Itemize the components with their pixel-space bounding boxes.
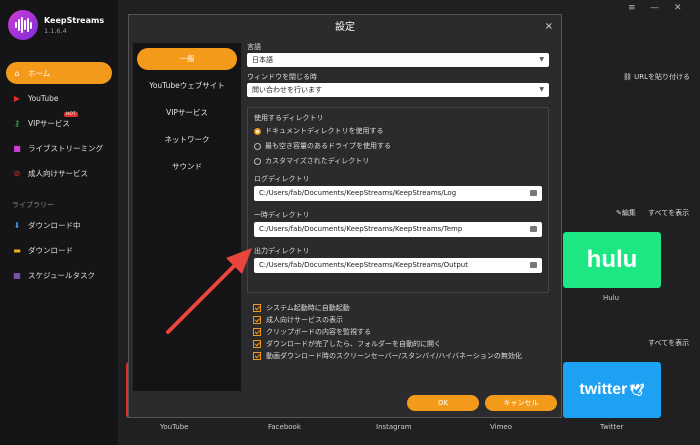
folder-icon[interactable] — [530, 262, 537, 268]
checkbox-open-folder[interactable]: ダウンロードが完了したら、フォルダーを自動的に開く — [253, 339, 441, 349]
folder-icon: ▬ — [13, 245, 21, 255]
settings-tab-youtube[interactable]: YouTubeウェブサイト — [137, 75, 237, 97]
close-window-label: ウィンドウを閉じる時 — [247, 73, 317, 81]
app-logo-icon — [8, 10, 38, 40]
close-icon[interactable]: × — [545, 21, 553, 32]
log-dir-label: ログディレクトリ — [254, 175, 310, 183]
app-version: 1.1.6.4 — [44, 26, 67, 35]
checkbox-clipboard[interactable]: クリップボードの内容を監視する — [253, 327, 371, 337]
paste-url-button[interactable]: ⛓ URLを貼り付ける — [623, 72, 690, 82]
annotation-arrow-icon — [166, 248, 252, 334]
main-nav: ⌂ ホーム ▶ YouTube ⚷ VIPサービス HOT ■ ライブストリーミ… — [6, 62, 112, 187]
sidebar-item-label: VIPサービス — [28, 118, 70, 128]
sidebar-item-downloading[interactable]: ⬇ ダウンロード中 — [6, 214, 112, 236]
dialog-title: 設定 — [335, 22, 355, 33]
twitter-tile[interactable]: twitter 🕊 — [563, 362, 661, 418]
show-all-link-2[interactable]: すべてを表示 — [648, 338, 689, 348]
output-dir-label: 出力ディレクトリ — [254, 247, 310, 255]
hulu-tile[interactable]: hulu — [563, 232, 661, 288]
radio-dot — [254, 127, 261, 135]
sidebar-item-label: スケジュールタスク — [28, 270, 95, 280]
output-dir-field[interactable]: C:/Users/fab/Documents/KeepStreams/KeepS… — [254, 258, 542, 273]
sidebar-item-label: ライブストリーミング — [28, 143, 103, 153]
radio-largest-drive[interactable]: 最も空き容量のあるドライブを使用する — [254, 141, 391, 151]
ok-button[interactable]: OK — [407, 395, 479, 411]
app-name: KeepStreams — [44, 15, 105, 25]
settings-tab-network[interactable]: ネットワーク — [137, 129, 237, 151]
settings-tab-general[interactable]: 一般 — [137, 48, 237, 70]
link-icon: ⛓ — [623, 73, 632, 81]
directory-group-label: 使用するディレクトリ — [254, 114, 324, 122]
language-select[interactable]: 日本語 ▼ — [247, 53, 549, 67]
tile-label-twitter: Twitter — [600, 423, 624, 431]
temp-dir-label: 一時ディレクトリ — [254, 211, 310, 219]
minimize-icon[interactable]: — — [650, 3, 659, 13]
key-icon: ⚷ — [14, 118, 20, 128]
checkbox-box — [253, 352, 261, 360]
library-label: ライブラリー — [12, 201, 54, 209]
sidebar-item-home[interactable]: ⌂ ホーム — [6, 62, 112, 84]
schedule-icon: ▦ — [13, 270, 21, 280]
hulu-caption: Hulu — [603, 294, 620, 302]
sidebar-item-schedule[interactable]: ▦ スケジュールタスク — [6, 264, 112, 286]
tile-label-facebook: Facebook — [268, 423, 301, 431]
sidebar-item-label: 成人向けサービス — [28, 168, 88, 178]
radio-dot — [254, 157, 261, 165]
home-icon: ⌂ — [14, 68, 20, 78]
checkbox-box — [253, 340, 261, 348]
tile-label-instagram: Instagram — [376, 423, 412, 431]
sidebar-item-live[interactable]: ■ ライブストリーミング — [6, 137, 112, 159]
adult-icon: ⊘ — [13, 168, 21, 178]
radio-dot — [254, 142, 261, 150]
close-window-select[interactable]: 問い合わせを行います ▼ — [247, 83, 549, 97]
language-label: 言語 — [247, 43, 261, 51]
twitter-bird-icon: 🕊 — [629, 383, 645, 397]
sidebar-item-label: YouTube — [28, 93, 59, 103]
folder-icon[interactable] — [530, 226, 537, 232]
checkbox-autostart[interactable]: システム起動時に自動起動 — [253, 303, 350, 313]
app-sidebar: KeepStreams 1.1.6.4 ⌂ ホーム ▶ YouTube ⚷ VI… — [0, 0, 118, 445]
temp-dir-field[interactable]: C:/Users/fab/Documents/KeepStreams/KeepS… — [254, 222, 542, 237]
cancel-button[interactable]: キャンセル — [485, 395, 557, 411]
sidebar-item-adult[interactable]: ⊘ 成人向けサービス — [6, 162, 112, 184]
directory-group: 使用するディレクトリ ドキュメントディレクトリを使用する 最も空き容量のあるドラ… — [247, 107, 549, 293]
folder-icon[interactable] — [530, 190, 537, 196]
library-nav: ⬇ ダウンロード中 ▬ ダウンロード ▦ スケジュールタスク — [6, 214, 112, 289]
menu-icon[interactable]: ≡ — [628, 3, 636, 13]
radio-custom-dir[interactable]: カスタマイズされたディレクトリ — [254, 156, 369, 166]
checkbox-disable-screensaver[interactable]: 動画ダウンロード時のスクリーンセーバー/スタンバイ/ハイバネーションの無効化 — [253, 351, 522, 361]
hot-badge: HOT — [64, 112, 78, 117]
youtube-icon: ▶ — [13, 93, 21, 103]
checkbox-adult-services[interactable]: 成人向けサービスの表示 — [253, 315, 343, 325]
sidebar-item-label: ダウンロード — [28, 245, 73, 255]
settings-tab-sound[interactable]: サウンド — [137, 156, 237, 178]
log-dir-field[interactable]: C:/Users/fab/Documents/KeepStreams/KeepS… — [254, 186, 542, 201]
download-icon: ⬇ — [13, 220, 21, 230]
tile-label-youtube: YouTube — [160, 423, 189, 431]
show-all-link[interactable]: すべてを表示 — [648, 208, 689, 218]
settings-dialog: 設定 × 一般 YouTubeウェブサイト VIPサービス ネットワーク サウン… — [128, 14, 562, 418]
radio-documents-dir[interactable]: ドキュメントディレクトリを使用する — [254, 126, 384, 136]
close-window-icon[interactable]: ✕ — [674, 3, 682, 13]
sidebar-item-vip[interactable]: ⚷ VIPサービス HOT — [6, 112, 112, 134]
sidebar-item-label: ダウンロード中 — [28, 220, 81, 230]
tile-label-vimeo: Vimeo — [490, 423, 512, 431]
settings-tab-vip[interactable]: VIPサービス — [137, 102, 237, 124]
app-logo-area: KeepStreams 1.1.6.4 — [8, 10, 104, 40]
edit-button[interactable]: ✎編集 — [616, 208, 636, 218]
sidebar-item-label: ホーム — [28, 68, 51, 78]
chevron-down-icon: ▼ — [539, 56, 544, 63]
sidebar-item-downloaded[interactable]: ▬ ダウンロード — [6, 239, 112, 261]
sidebar-item-youtube[interactable]: ▶ YouTube — [6, 87, 112, 109]
live-icon: ■ — [13, 143, 21, 153]
chevron-down-icon: ▼ — [539, 86, 544, 93]
